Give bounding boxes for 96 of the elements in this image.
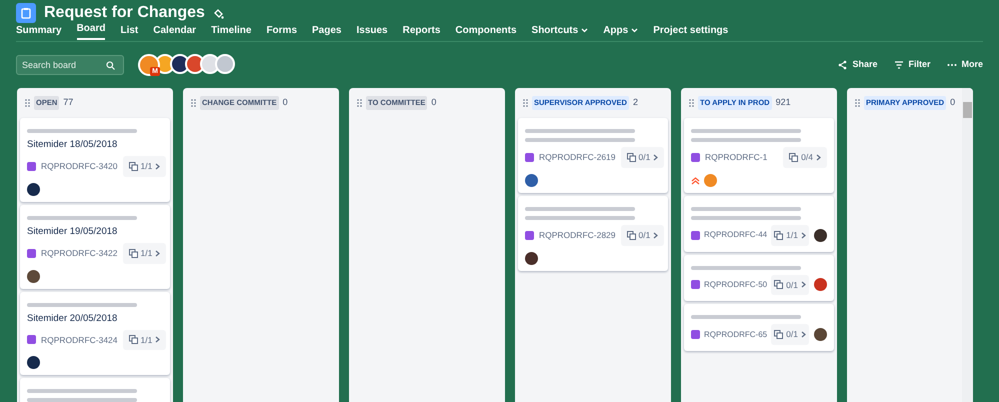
chevron-right-icon (155, 336, 160, 344)
issue-type-icon (27, 335, 36, 344)
card-title: Sitemider 19/05/2018 (27, 224, 118, 239)
issue-key: RQPRODRFC-50 (704, 278, 768, 291)
chevron-right-icon (155, 162, 160, 170)
drag-handle-icon (357, 99, 362, 107)
search-box[interactable]: Search board (16, 55, 124, 75)
subtask-icon (774, 230, 784, 240)
chevron-right-icon (653, 154, 658, 161)
nav-tab[interactable]: Shortcuts (532, 23, 588, 40)
issue-count: 921 (776, 96, 791, 110)
subtask-icon (626, 230, 636, 240)
nav-tab[interactable]: Pages (312, 23, 342, 40)
issue-count: 0 (431, 96, 436, 110)
clipboard-icon (20, 7, 32, 19)
avatar[interactable] (215, 54, 235, 74)
scrollbar[interactable] (962, 88, 973, 402)
nav-tab[interactable]: Apps (603, 23, 638, 40)
more-button[interactable]: More (947, 58, 983, 72)
filter-icon (894, 60, 904, 70)
nav-tab[interactable]: Timeline (211, 23, 252, 40)
subtasks-button[interactable]: 0/4 (783, 147, 827, 168)
share-button[interactable]: Share (838, 58, 878, 72)
chevron-right-icon (816, 154, 821, 161)
subtask-icon (128, 162, 138, 171)
search-field[interactable]: Search board (22, 58, 106, 72)
drag-handle-icon (25, 99, 30, 107)
card-title: Sitemider 20/05/2018 (27, 312, 118, 326)
drag-handle-icon (191, 99, 196, 107)
subtasks-button[interactable]: 0/1 (771, 274, 809, 296)
issue-type-icon (525, 152, 534, 162)
issue-key: RQPRODRFC-3422 (41, 246, 118, 260)
issue-count: 0 (282, 96, 288, 110)
issue-key: RQPRODRFC-1 (705, 151, 768, 164)
project-title: Request for Changes (44, 3, 205, 23)
issue-key: RQPRODRFC-65 (704, 328, 768, 341)
scrollbar-thumb[interactable] (963, 102, 972, 118)
subtasks-button[interactable]: 1/1 (122, 156, 166, 177)
subtask-icon (774, 330, 784, 340)
issue-card[interactable]: RQPRODRFC-2829 0/1 (518, 196, 668, 270)
issue-key: RQPRODRFC-44 (704, 229, 768, 242)
issue-card[interactable]: Sitemider 18/05/2018 RQPRODRFC-3420 1/1 (20, 118, 170, 202)
chevron-right-icon (800, 232, 806, 239)
drag-handle-icon (855, 99, 860, 107)
share-icon (838, 60, 848, 70)
issue-card[interactable]: RQPRODRFC-65 0/1 (684, 304, 834, 351)
issue-key: RQPRODRFC-2829 (539, 228, 616, 242)
drag-handle-icon (689, 99, 694, 107)
issue-card[interactable]: Sitemider 20/05/2018 RQPRODRFC-3424 1/1 (20, 292, 170, 376)
issue-key: RQPRODRFC-3420 (41, 160, 118, 173)
subtask-icon (626, 152, 636, 162)
issue-type-icon (27, 162, 36, 171)
issue-card[interactable]: Sitemider 19/05/2018 RQPRODRFC-3422 1/1 (20, 204, 170, 288)
nav-tab[interactable]: Summary (16, 23, 62, 40)
card-title: Sitemider 18/05/2018 (27, 138, 118, 152)
chevron-right-icon (155, 250, 160, 257)
issue-count: 77 (63, 96, 74, 110)
issue-type-icon (691, 330, 700, 340)
issue-type-icon (691, 280, 700, 290)
issue-type-icon (27, 248, 36, 258)
nav-tab[interactable]: Issues (356, 23, 388, 40)
issue-key: RQPRODRFC-2619 (539, 151, 616, 164)
subtasks-button[interactable]: 1/1 (122, 330, 166, 350)
drag-handle-icon (523, 99, 528, 107)
issue-key: RQPRODRFC-3424 (41, 334, 118, 346)
issue-count: 0 (950, 96, 956, 110)
nav-tab[interactable]: List (120, 23, 138, 40)
issue-type-icon (691, 152, 700, 162)
issue-card[interactable]: RQPRODRFC-1 0/4 (684, 118, 834, 193)
subtasks-button[interactable]: 0/1 (620, 224, 664, 246)
subtasks-button[interactable]: 0/1 (771, 324, 809, 345)
subtasks-button[interactable]: 1/1 (771, 224, 809, 246)
chevron-right-icon (800, 331, 806, 338)
issue-type-icon (691, 230, 700, 240)
search-icon (106, 60, 115, 70)
issue-card[interactable]: RQPRODRFC-44 1/1 (684, 196, 834, 252)
issue-card[interactable]: RQPRODRFC-2619 0/1 (518, 118, 668, 193)
nav-tab[interactable]: Components (455, 23, 517, 40)
nav-tab[interactable]: Reports (402, 23, 440, 40)
subtasks-button[interactable]: 0/1 (620, 147, 664, 168)
chevron-right-icon (800, 281, 806, 288)
subtasks-button[interactable]: 1/1 (122, 242, 166, 264)
subtask-icon (128, 248, 138, 258)
paint-bucket-icon (212, 8, 224, 18)
filter-button[interactable]: Filter (894, 58, 930, 72)
issue-type-icon (525, 230, 534, 240)
chevron-right-icon (653, 232, 658, 239)
subtask-icon (789, 152, 798, 162)
nav-tab[interactable]: Project settings (653, 23, 728, 40)
issue-card[interactable]: RQPRODRFC-50 0/1 (684, 254, 834, 302)
subtask-icon (128, 335, 138, 344)
subtask-icon (774, 280, 784, 290)
nav-tab[interactable]: Calendar (153, 23, 196, 40)
nav-tab[interactable]: Forms (266, 23, 298, 40)
issue-count: 2 (632, 96, 638, 110)
nav-tab[interactable]: Board (76, 21, 106, 40)
